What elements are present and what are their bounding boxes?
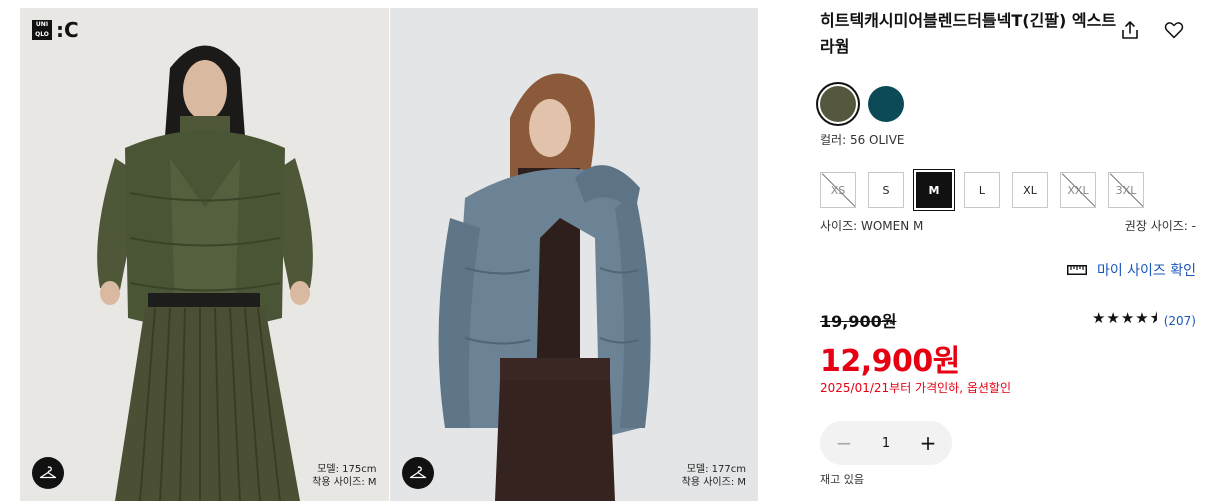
size-option-s[interactable]: S [868,172,904,208]
original-price: 19,900원 [820,312,897,331]
review-count-link[interactable]: (207) [1164,314,1196,328]
quantity-decrease-button[interactable]: − [834,431,854,455]
rating: ★★★★⯨ (207) [1092,308,1196,333]
model-photo-olive [97,45,313,501]
quantity-increase-button[interactable]: + [918,431,938,455]
rating-stars: ★★★★⯨ [1091,309,1159,327]
model-wear-size: 착용 사이즈: M [681,477,746,488]
selected-color-label: 컬러: 56 OLIVE [820,133,905,147]
product-image-2[interactable]: 모델: 177cm 착용 사이즈: M [389,8,758,501]
try-on-hanger-button[interactable] [401,457,434,489]
try-on-hanger-button[interactable] [32,457,64,489]
recommended-size-label: 권장 사이즈: - [1124,219,1196,233]
uniqlo-c-logo: UNI QLO :C [32,20,79,40]
size-option-xs[interactable]: XS [820,172,856,208]
product-info-panel: 히트텍캐시미어블렌드터틀넥T(긴팔) 엑스트라웜 컬러: 56 OLIVE XS… [820,0,1196,501]
heart-icon [1164,22,1184,39]
size-option-3xl[interactable]: 3XL [1108,172,1144,208]
model-photo-blue-jacket [438,73,651,501]
product-image-1[interactable]: UNI QLO :C 모델: 175cm 착용 사이즈: M [20,8,389,501]
hanger-icon [409,466,426,479]
model-height: 모델: 175cm [317,464,377,475]
product-image-gallery: UNI QLO :C 모델: 175cm 착용 사이즈: M 모델: 177cm… [20,8,758,501]
share-icon [1122,21,1138,39]
model-info: 모델: 177cm 착용 사이즈: M [682,463,746,489]
model-wear-size: 착용 사이즈: M [312,477,377,488]
model-info: 모델: 175cm 착용 사이즈: M [312,463,376,489]
logo-text-bottom: QLO [35,31,49,38]
model-height: 모델: 177cm [686,464,746,475]
color-swatch-teal[interactable] [868,86,904,122]
size-selector: XS S M L XL XXL 3XL [820,172,1144,208]
favorite-button[interactable] [1162,18,1186,42]
price-promo-text: 2025/01/21부터 가격인하, 옵션할인 [820,381,1012,395]
product-title: 히트텍캐시미어블렌드터틀넥T(긴팔) 엑스트라웜 [820,11,1117,56]
selected-size-label: 사이즈: WOMEN M [820,219,924,233]
my-size-link-label: 마이 사이즈 확인 [1096,263,1196,279]
color-swatch-olive[interactable] [820,86,856,122]
size-option-l[interactable]: L [964,172,1000,208]
quantity-value: 1 [881,435,891,451]
share-button[interactable] [1118,18,1142,42]
my-size-check-link[interactable]: 마이 사이즈 확인 [1066,260,1196,280]
size-option-xxl[interactable]: XXL [1060,172,1096,208]
size-option-m[interactable]: M [916,172,952,208]
uniqlo-logo-box: UNI QLO [32,20,52,40]
quantity-stepper: − 1 + [820,421,952,465]
logo-text-top: UNI [35,21,49,28]
ruler-icon [1066,265,1087,275]
hanger-icon [39,466,57,479]
logo-suffix: :C [56,18,79,42]
size-option-xl[interactable]: XL [1012,172,1048,208]
sale-price: 12,900원 [820,344,960,379]
stock-status: 재고 있음 [820,473,864,486]
